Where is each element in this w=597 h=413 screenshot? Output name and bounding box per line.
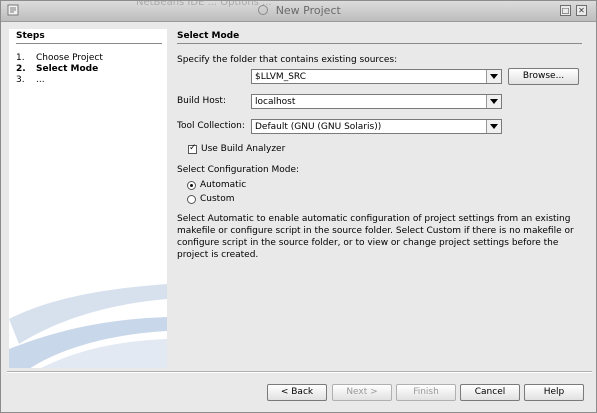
steps-pane: Steps 1. Choose Project 2. Select Mode 3..… bbox=[9, 29, 167, 368]
next-button[interactable]: Next > bbox=[332, 384, 392, 401]
steps-divider bbox=[16, 43, 162, 44]
build-analyzer-label[interactable]: Use Build Analyzer bbox=[201, 144, 285, 154]
mode-automatic-radio[interactable] bbox=[187, 181, 196, 190]
new-project-dialog: NetBeans IDE ... Options ... New Project… bbox=[0, 0, 597, 413]
finish-button[interactable]: Finish bbox=[396, 384, 456, 401]
step-select-mode: 2. Select Mode bbox=[16, 64, 99, 74]
mode-automatic-label[interactable]: Automatic bbox=[200, 180, 246, 190]
section-heading: Select Mode bbox=[177, 31, 240, 41]
window-icon bbox=[258, 5, 269, 15]
mode-custom-label[interactable]: Custom bbox=[200, 194, 234, 204]
build-analyzer-checkbox[interactable] bbox=[188, 143, 197, 154]
select-mode-panel: Select Mode Specify the folder that cont… bbox=[177, 29, 587, 368]
back-button[interactable]: < Back bbox=[267, 384, 327, 401]
section-divider bbox=[177, 43, 582, 44]
mode-description: Select Automatic to enable automatic con… bbox=[177, 214, 574, 260]
step-choose-project: 1. Choose Project bbox=[16, 53, 103, 63]
maximize-icon[interactable]: □ bbox=[560, 5, 571, 16]
browse-button[interactable]: Browse... bbox=[508, 68, 579, 85]
close-icon[interactable]: ✕ bbox=[576, 5, 587, 16]
tool-collection-value: Default (GNU (GNU Solaris)) bbox=[255, 122, 382, 132]
help-button[interactable]: Help bbox=[524, 384, 584, 401]
title-bar[interactable]: NetBeans IDE ... Options ... New Project… bbox=[1, 1, 596, 22]
tool-collection-label: Tool Collection: bbox=[177, 121, 245, 131]
build-host-combo[interactable]: localhost bbox=[251, 94, 502, 109]
config-mode-label: Select Configuration Mode: bbox=[177, 165, 300, 175]
decorative-swoosh-image bbox=[9, 284, 167, 368]
chevron-down-icon[interactable] bbox=[486, 120, 501, 133]
build-host-value: localhost bbox=[255, 97, 296, 107]
chevron-down-icon[interactable] bbox=[486, 95, 501, 108]
source-folder-value: $LLVM_SRC bbox=[255, 72, 306, 82]
window-title: New Project bbox=[275, 4, 341, 17]
source-folder-combo[interactable]: $LLVM_SRC bbox=[251, 69, 502, 84]
tool-collection-combo[interactable]: Default (GNU (GNU Solaris)) bbox=[251, 119, 502, 134]
step-more: 3.... bbox=[16, 75, 45, 85]
build-host-label: Build Host: bbox=[177, 96, 226, 106]
source-folder-label: Specify the folder that contains existin… bbox=[177, 55, 398, 65]
chevron-down-icon[interactable] bbox=[486, 70, 501, 83]
cancel-button[interactable]: Cancel bbox=[460, 384, 520, 401]
steps-heading: Steps bbox=[16, 31, 45, 41]
mode-custom-radio[interactable] bbox=[187, 195, 196, 204]
